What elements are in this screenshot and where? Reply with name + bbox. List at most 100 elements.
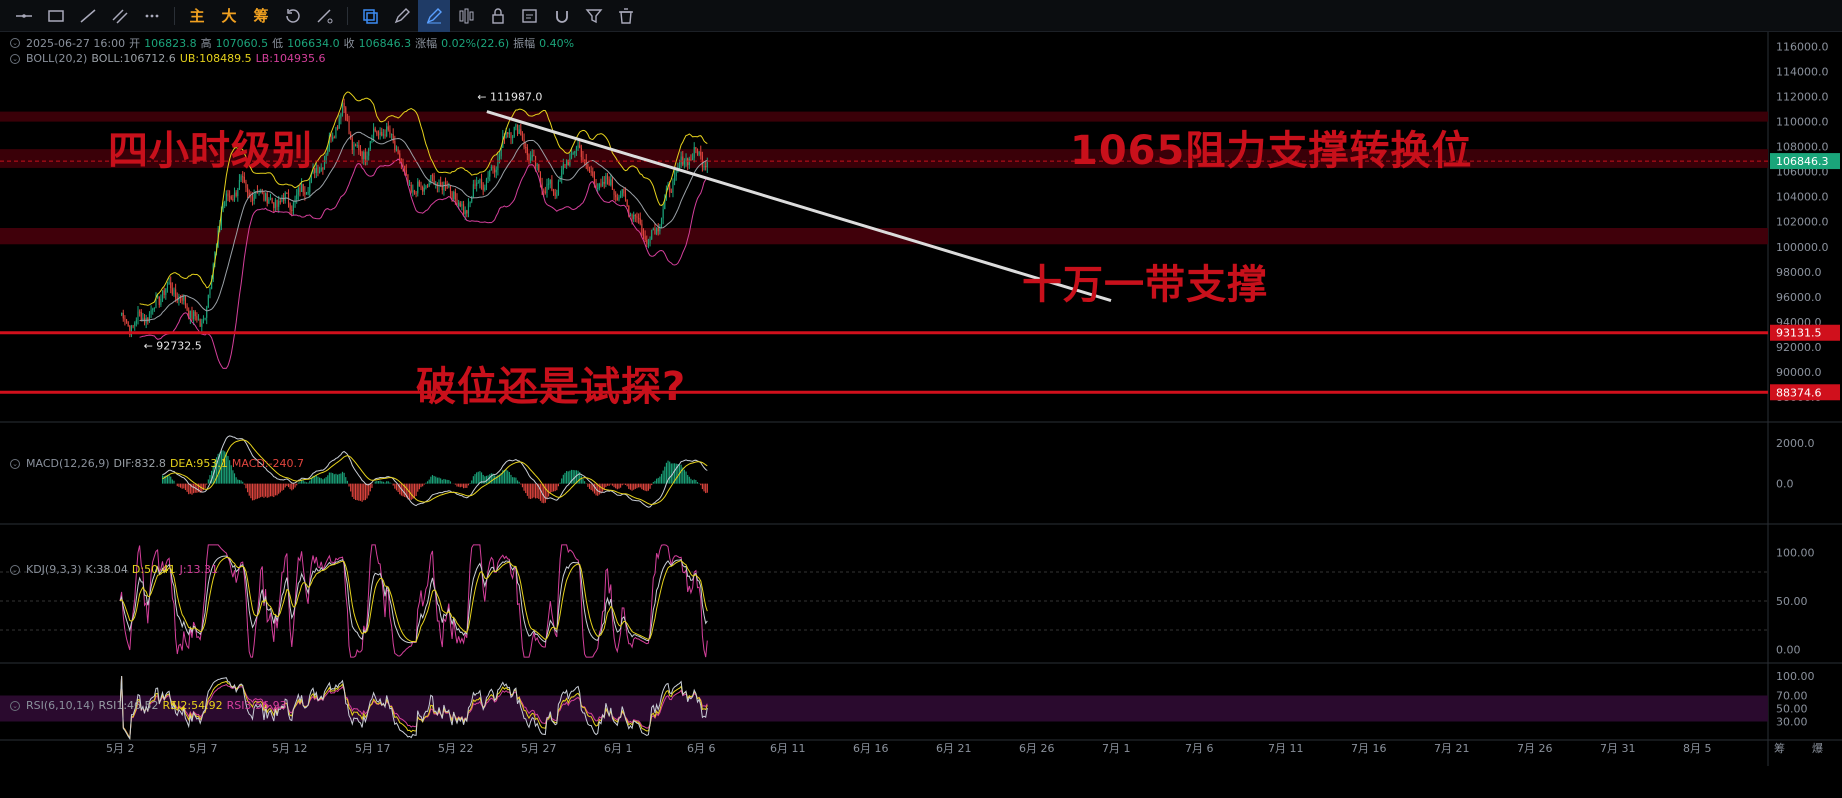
macd-name: MACD(12,26,9)	[26, 457, 110, 470]
candle-body	[623, 189, 625, 194]
candle-body	[680, 156, 682, 165]
candle-body	[636, 216, 638, 218]
macd-histogram-bar	[467, 483, 470, 486]
candle-body	[494, 168, 496, 173]
candle-body	[592, 171, 594, 177]
macd-histogram-bar	[631, 483, 633, 491]
bars-icon[interactable]	[450, 0, 482, 32]
candle-body	[610, 179, 612, 185]
layers-icon[interactable]	[354, 0, 386, 32]
trend-line-icon[interactable]	[72, 0, 104, 32]
macd-histogram-bar	[369, 483, 371, 492]
candle-body	[332, 137, 334, 140]
macd-histogram-bar	[567, 471, 569, 484]
rsi-tick-label: 50.00	[1776, 703, 1808, 716]
macd-histogram-bar	[325, 477, 327, 484]
candle-body	[543, 190, 545, 192]
candle-body	[412, 190, 414, 192]
annotation-support: 十万一带支撑	[1022, 262, 1268, 308]
candle-body	[142, 317, 144, 320]
macd-histogram-bar	[188, 483, 190, 495]
macd-histogram-bar	[642, 483, 645, 491]
measure-icon[interactable]	[309, 0, 341, 32]
filter-icon[interactable]	[578, 0, 610, 32]
lock-icon[interactable]	[482, 0, 514, 32]
macd-histogram-bar	[526, 483, 528, 496]
collapse-icon[interactable]: ⌄	[10, 700, 20, 711]
parallel-line-icon[interactable]	[104, 0, 136, 32]
macd-histogram-bar	[338, 473, 340, 484]
macd-histogram-bar	[256, 483, 258, 499]
magnet-icon[interactable]	[546, 0, 578, 32]
chip-distribution-button[interactable]: 筹	[245, 0, 277, 32]
macd-histogram-bar	[670, 463, 672, 484]
candle-body	[474, 184, 476, 187]
edit-icon[interactable]	[514, 0, 546, 32]
candle-body	[237, 189, 239, 196]
macd-histogram-bar	[566, 471, 568, 484]
change-label: 涨幅	[415, 37, 438, 50]
collapse-icon[interactable]: ⌄	[10, 38, 20, 48]
macd-histogram-bar	[669, 461, 671, 484]
macd-histogram-bar	[235, 477, 237, 484]
rectangle-icon[interactable]	[40, 0, 72, 32]
macd-histogram-bar	[242, 481, 244, 484]
candle-body	[606, 175, 609, 180]
cycle-icon[interactable]	[277, 0, 309, 32]
price-tick-label: 108000.0	[1776, 141, 1829, 154]
date-tick-label: 6月 16	[853, 742, 889, 755]
kdj-name: KDJ(9,3,3)	[26, 563, 82, 576]
macd-histogram-bar	[395, 483, 398, 491]
candle-body	[526, 147, 528, 156]
macd-histogram-bar	[528, 483, 530, 499]
candle-body	[225, 193, 227, 202]
macd-histogram-bar	[557, 483, 560, 487]
horizontal-line-icon[interactable]	[8, 0, 40, 32]
candle-body	[479, 179, 481, 183]
trash-icon[interactable]	[610, 0, 642, 32]
candle-body	[512, 136, 514, 139]
candle-body	[243, 176, 245, 182]
main-indicator-button[interactable]: 主	[181, 0, 213, 32]
rsi-name: RSI(6,10,14)	[26, 699, 95, 712]
macd-histogram-bar	[193, 483, 195, 494]
candle-body	[283, 198, 285, 201]
candle-body	[238, 180, 240, 190]
candle-body	[602, 181, 604, 186]
macd-histogram-bar	[322, 479, 324, 484]
rsi-1: RSI1:46.52	[98, 699, 159, 712]
macd-histogram-bar	[521, 483, 524, 488]
candle-body	[124, 318, 126, 320]
candle-body	[345, 107, 347, 120]
candle-body	[579, 145, 581, 148]
macd-histogram-bar	[462, 483, 465, 489]
liquidation-corner-label: 爆	[1812, 741, 1823, 755]
more-icon[interactable]	[136, 0, 168, 32]
macd-histogram-bar	[279, 483, 281, 493]
candle-body	[325, 153, 327, 160]
candle-body	[556, 195, 558, 197]
macd-histogram-bar	[459, 483, 461, 488]
pencil-icon[interactable]	[386, 0, 418, 32]
candle-body	[441, 186, 443, 191]
pen-icon[interactable]	[418, 0, 450, 32]
macd-histogram-bar	[361, 483, 363, 502]
collapse-icon[interactable]: ⌄	[10, 53, 20, 64]
candle-body	[364, 152, 366, 160]
date-tick-label: 7月 31	[1600, 742, 1636, 755]
candle-body	[204, 317, 206, 320]
collapse-icon[interactable]: ⌄	[10, 564, 20, 575]
candle-body	[620, 195, 622, 197]
candle-body	[554, 192, 556, 196]
candle-body	[193, 311, 195, 320]
date-tick-label: 6月 6	[687, 742, 716, 755]
candle-body	[340, 114, 342, 119]
big-order-button[interactable]: 大	[213, 0, 245, 32]
collapse-icon[interactable]: ⌄	[10, 458, 20, 469]
candle-body	[492, 166, 494, 169]
candle-body	[189, 310, 191, 318]
candle-body	[672, 181, 674, 193]
macd-histogram-bar	[245, 483, 247, 489]
rsi-tick-label: 70.00	[1776, 690, 1808, 703]
candle-body	[644, 236, 646, 240]
